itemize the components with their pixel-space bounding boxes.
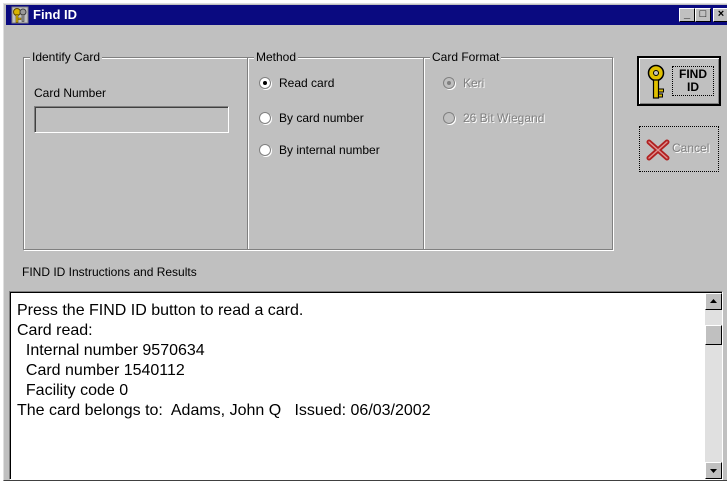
find-id-button[interactable]: FIND ID [637, 56, 721, 106]
radio-by-internal-number[interactable]: By internal number [259, 143, 419, 159]
card-format-legend: Card Format [430, 50, 502, 64]
close-icon: × [717, 8, 725, 20]
results-line: Card read: [17, 322, 93, 339]
results-line: Press the FIND ID button to read a card. [17, 302, 304, 319]
radio-label: By internal number [279, 143, 380, 157]
card-format-group: Card Format Keri 26 Bit Wiegand [423, 50, 613, 250]
cancel-label: Cancel [672, 141, 710, 155]
results-label: FIND ID Instructions and Results [22, 265, 197, 279]
radio-keri[interactable]: Keri [443, 76, 543, 92]
key-icon [11, 6, 29, 24]
method-group: Method Read card By card number By inter… [247, 50, 424, 250]
key-icon [647, 64, 665, 99]
results-line: Card number 1540112 [17, 362, 185, 379]
minimize-button[interactable]: _ [679, 8, 695, 22]
maximize-icon: □ [699, 8, 707, 20]
cancel-x-icon [646, 139, 670, 161]
identify-card-group: Identify Card Card Number [23, 50, 248, 250]
close-button[interactable]: × [713, 8, 727, 22]
find-id-window: Find ID _ □ × Identify Card Card Number … [3, 3, 727, 481]
id-label: ID [687, 80, 699, 94]
results-text: Press the FIND ID button to read a card.… [17, 301, 431, 421]
results-textarea[interactable]: Press the FIND ID button to read a card.… [9, 291, 723, 480]
vertical-scrollbar[interactable] [705, 293, 722, 479]
radio-circle [443, 112, 455, 124]
minimize-icon: _ [683, 8, 691, 20]
results-line: Facility code 0 [17, 382, 129, 399]
scroll-thumb[interactable] [705, 325, 722, 345]
radio-read-card[interactable]: Read card [259, 76, 399, 92]
window-title: Find ID [33, 7, 78, 22]
cancel-button[interactable]: Cancel [639, 126, 719, 172]
results-line: The card belongs to: Adams, John Q Issue… [17, 402, 431, 419]
method-legend: Method [254, 50, 299, 64]
radio-label: 26 Bit Wiegand [463, 111, 545, 125]
results-line: Internal number 9570634 [17, 342, 205, 359]
maximize-button[interactable]: □ [695, 8, 711, 22]
scroll-up-button[interactable] [705, 293, 722, 310]
radio-circle [259, 112, 271, 124]
radio-label: By card number [279, 111, 364, 125]
radio-label: Keri [463, 76, 485, 90]
radio-dot [447, 81, 451, 85]
identify-card-legend: Identify Card [30, 50, 103, 64]
radio-label: Read card [279, 76, 335, 90]
radio-26-bit-wiegand[interactable]: 26 Bit Wiegand [443, 111, 593, 127]
radio-circle [443, 77, 455, 89]
radio-by-card-number[interactable]: By card number [259, 111, 399, 127]
title-bar[interactable]: Find ID _ □ × [6, 5, 727, 25]
card-number-label: Card Number [34, 86, 107, 100]
scroll-down-button[interactable] [705, 462, 722, 479]
radio-circle [259, 144, 271, 156]
arrow-down-icon [710, 469, 717, 473]
radio-dot [263, 81, 267, 85]
arrow-up-icon [710, 299, 717, 303]
radio-circle [259, 77, 271, 89]
card-number-field[interactable] [34, 106, 229, 133]
find-id-label-box: FIND ID [672, 66, 714, 96]
